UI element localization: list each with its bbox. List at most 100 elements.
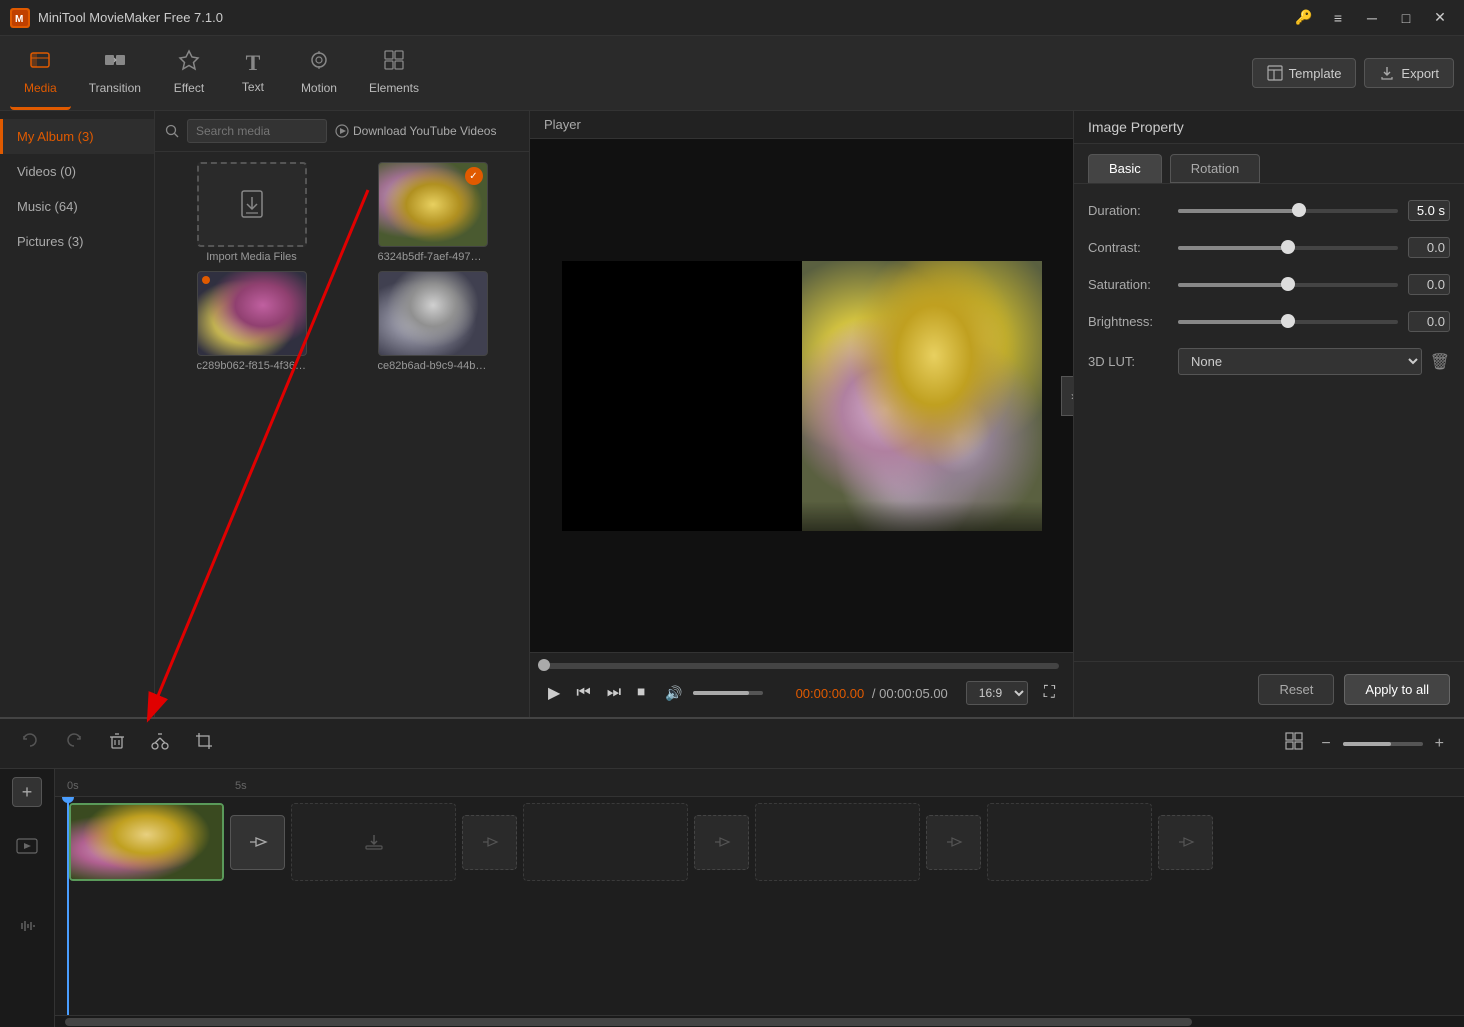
media-grid-area: Download YouTube Videos Import Media Fil…: [155, 111, 529, 717]
aspect-ratio-select[interactable]: 16:9 9:16 4:3 1:1: [966, 681, 1028, 705]
saturation-label: Saturation:: [1088, 277, 1178, 292]
toolbar-right: Template Export: [1252, 36, 1454, 110]
tl-scrollbar[interactable]: [55, 1015, 1464, 1027]
saturation-value: 0.0: [1408, 274, 1450, 295]
menu-button[interactable]: ≡: [1324, 4, 1352, 32]
cut-button[interactable]: [144, 727, 176, 760]
skip-forward-button[interactable]: ⏭: [603, 680, 625, 706]
add-track-button[interactable]: +: [12, 777, 42, 807]
apply-all-button[interactable]: Apply to all: [1344, 674, 1450, 705]
skip-back-button[interactable]: ⏮: [572, 680, 594, 706]
progress-bar-container: [544, 663, 1059, 669]
tl-scroll-thumb[interactable]: [65, 1018, 1192, 1026]
media-item-3[interactable]: ce82b6ad-b9c9-44b3-...: [346, 271, 519, 372]
duration-thumb: [1292, 203, 1306, 217]
contrast-slider[interactable]: [1178, 246, 1398, 250]
clip-thumbnail: [71, 805, 222, 879]
delete-clip-button[interactable]: [102, 728, 132, 759]
stop-button[interactable]: ⏹: [633, 680, 649, 706]
zoom-grid-button[interactable]: [1279, 728, 1309, 759]
zoom-slider[interactable]: [1343, 742, 1423, 746]
transition-slot-3[interactable]: [694, 815, 749, 870]
toolbar-transition-label: Transition: [89, 81, 141, 95]
sidebar-item-my-album[interactable]: My Album (3): [0, 119, 154, 154]
left-panel: My Album (3) Videos (0) Music (64) Pictu…: [0, 111, 530, 717]
search-input[interactable]: [187, 119, 327, 143]
empty-slot-1[interactable]: [291, 803, 456, 881]
sidebar-item-music[interactable]: Music (64): [0, 189, 154, 224]
progress-thumb: [538, 659, 550, 671]
tick-5s: 5s: [235, 780, 247, 792]
brightness-label: Brightness:: [1088, 314, 1178, 329]
toolbar-elements[interactable]: Elements: [355, 36, 433, 110]
video-clip-1[interactable]: [69, 803, 224, 881]
contrast-fill: [1178, 246, 1288, 250]
brightness-fill: [1178, 320, 1288, 324]
tab-basic[interactable]: Basic: [1088, 154, 1162, 183]
sidebar-item-pictures[interactable]: Pictures (3): [0, 224, 154, 259]
audio-track: [55, 887, 1464, 947]
progress-bar[interactable]: [544, 663, 1059, 669]
reset-button[interactable]: Reset: [1258, 674, 1334, 705]
transition-slot-2[interactable]: [462, 815, 517, 870]
fullscreen-button[interactable]: ⛶: [1040, 680, 1059, 706]
export-button[interactable]: Export: [1364, 58, 1454, 88]
close-button[interactable]: ✕: [1426, 4, 1454, 32]
timeline-toolbar: − +: [0, 719, 1464, 769]
main-toolbar: Media Transition Effect T Text Motion: [0, 36, 1464, 111]
minimize-button[interactable]: ─: [1358, 4, 1386, 32]
lut-delete-button[interactable]: 🗑: [1430, 352, 1450, 372]
panel-toggle-button[interactable]: ›: [1061, 376, 1073, 416]
undo-button[interactable]: [14, 727, 46, 760]
toolbar-motion[interactable]: Motion: [287, 36, 351, 110]
toolbar-media[interactable]: Media: [10, 36, 71, 110]
transition-slot-4[interactable]: [926, 815, 981, 870]
video-track: [55, 797, 1464, 887]
player-video: [562, 261, 1042, 531]
duration-fill: [1178, 209, 1299, 213]
contrast-value: 0.0: [1408, 237, 1450, 258]
toolbar-transition[interactable]: Transition: [75, 36, 155, 110]
toolbar-text[interactable]: T Text: [223, 36, 283, 110]
zoom-in-button[interactable]: +: [1429, 731, 1450, 757]
sidebar-item-videos[interactable]: Videos (0): [0, 154, 154, 189]
zoom-out-button[interactable]: −: [1315, 731, 1336, 757]
tab-rotation[interactable]: Rotation: [1170, 154, 1260, 183]
titlebar-controls: 🔑 ≡ ─ □ ✕: [1290, 4, 1454, 32]
time-current: 00:00:00.00: [796, 686, 865, 701]
saturation-row: Saturation: 0.0: [1088, 274, 1450, 295]
crop-button[interactable]: [188, 727, 220, 760]
media-name-1: 6324b5df-7aef-4975-b...: [378, 251, 488, 263]
tl-zoom-controls: − +: [1279, 728, 1450, 759]
transition-slot-1[interactable]: [230, 815, 285, 870]
volume-button[interactable]: 🔊: [661, 681, 686, 706]
duration-value: 5.0 s: [1408, 200, 1450, 221]
saturation-slider[interactable]: [1178, 283, 1398, 287]
effect-icon: [178, 49, 200, 77]
settings-button[interactable]: 🔑: [1290, 4, 1318, 32]
play-button[interactable]: ▶: [544, 679, 564, 707]
empty-slot-4[interactable]: [987, 803, 1152, 881]
brightness-slider[interactable]: [1178, 320, 1398, 324]
sidebar: My Album (3) Videos (0) Music (64) Pictu…: [0, 111, 155, 717]
volume-slider[interactable]: [693, 691, 763, 695]
media-thumb-1: ✓: [378, 162, 488, 247]
template-button[interactable]: Template: [1252, 58, 1357, 88]
empty-slot-3[interactable]: [755, 803, 920, 881]
media-item-1[interactable]: ✓ 6324b5df-7aef-4975-b...: [346, 162, 519, 263]
restore-button[interactable]: □: [1392, 4, 1420, 32]
lut-select[interactable]: None: [1178, 348, 1422, 375]
import-media-item[interactable]: Import Media Files: [165, 162, 338, 263]
app: M MiniTool MovieMaker Free 7.1.0 🔑 ≡ ─ □…: [0, 0, 1464, 1027]
toolbar-effect[interactable]: Effect: [159, 36, 219, 110]
duration-slider[interactable]: [1178, 209, 1398, 213]
media-item-2[interactable]: c289b062-f815-4f36-8...: [165, 271, 338, 372]
check-badge-1: ✓: [465, 167, 483, 185]
empty-slot-2[interactable]: [523, 803, 688, 881]
transition-slot-5[interactable]: [1158, 815, 1213, 870]
media-thumb-3: [378, 271, 488, 356]
redo-button[interactable]: [58, 727, 90, 760]
right-panel-header: Image Property: [1074, 111, 1464, 144]
download-youtube-button[interactable]: Download YouTube Videos: [335, 124, 496, 138]
contrast-slider-container: 0.0: [1178, 237, 1450, 258]
